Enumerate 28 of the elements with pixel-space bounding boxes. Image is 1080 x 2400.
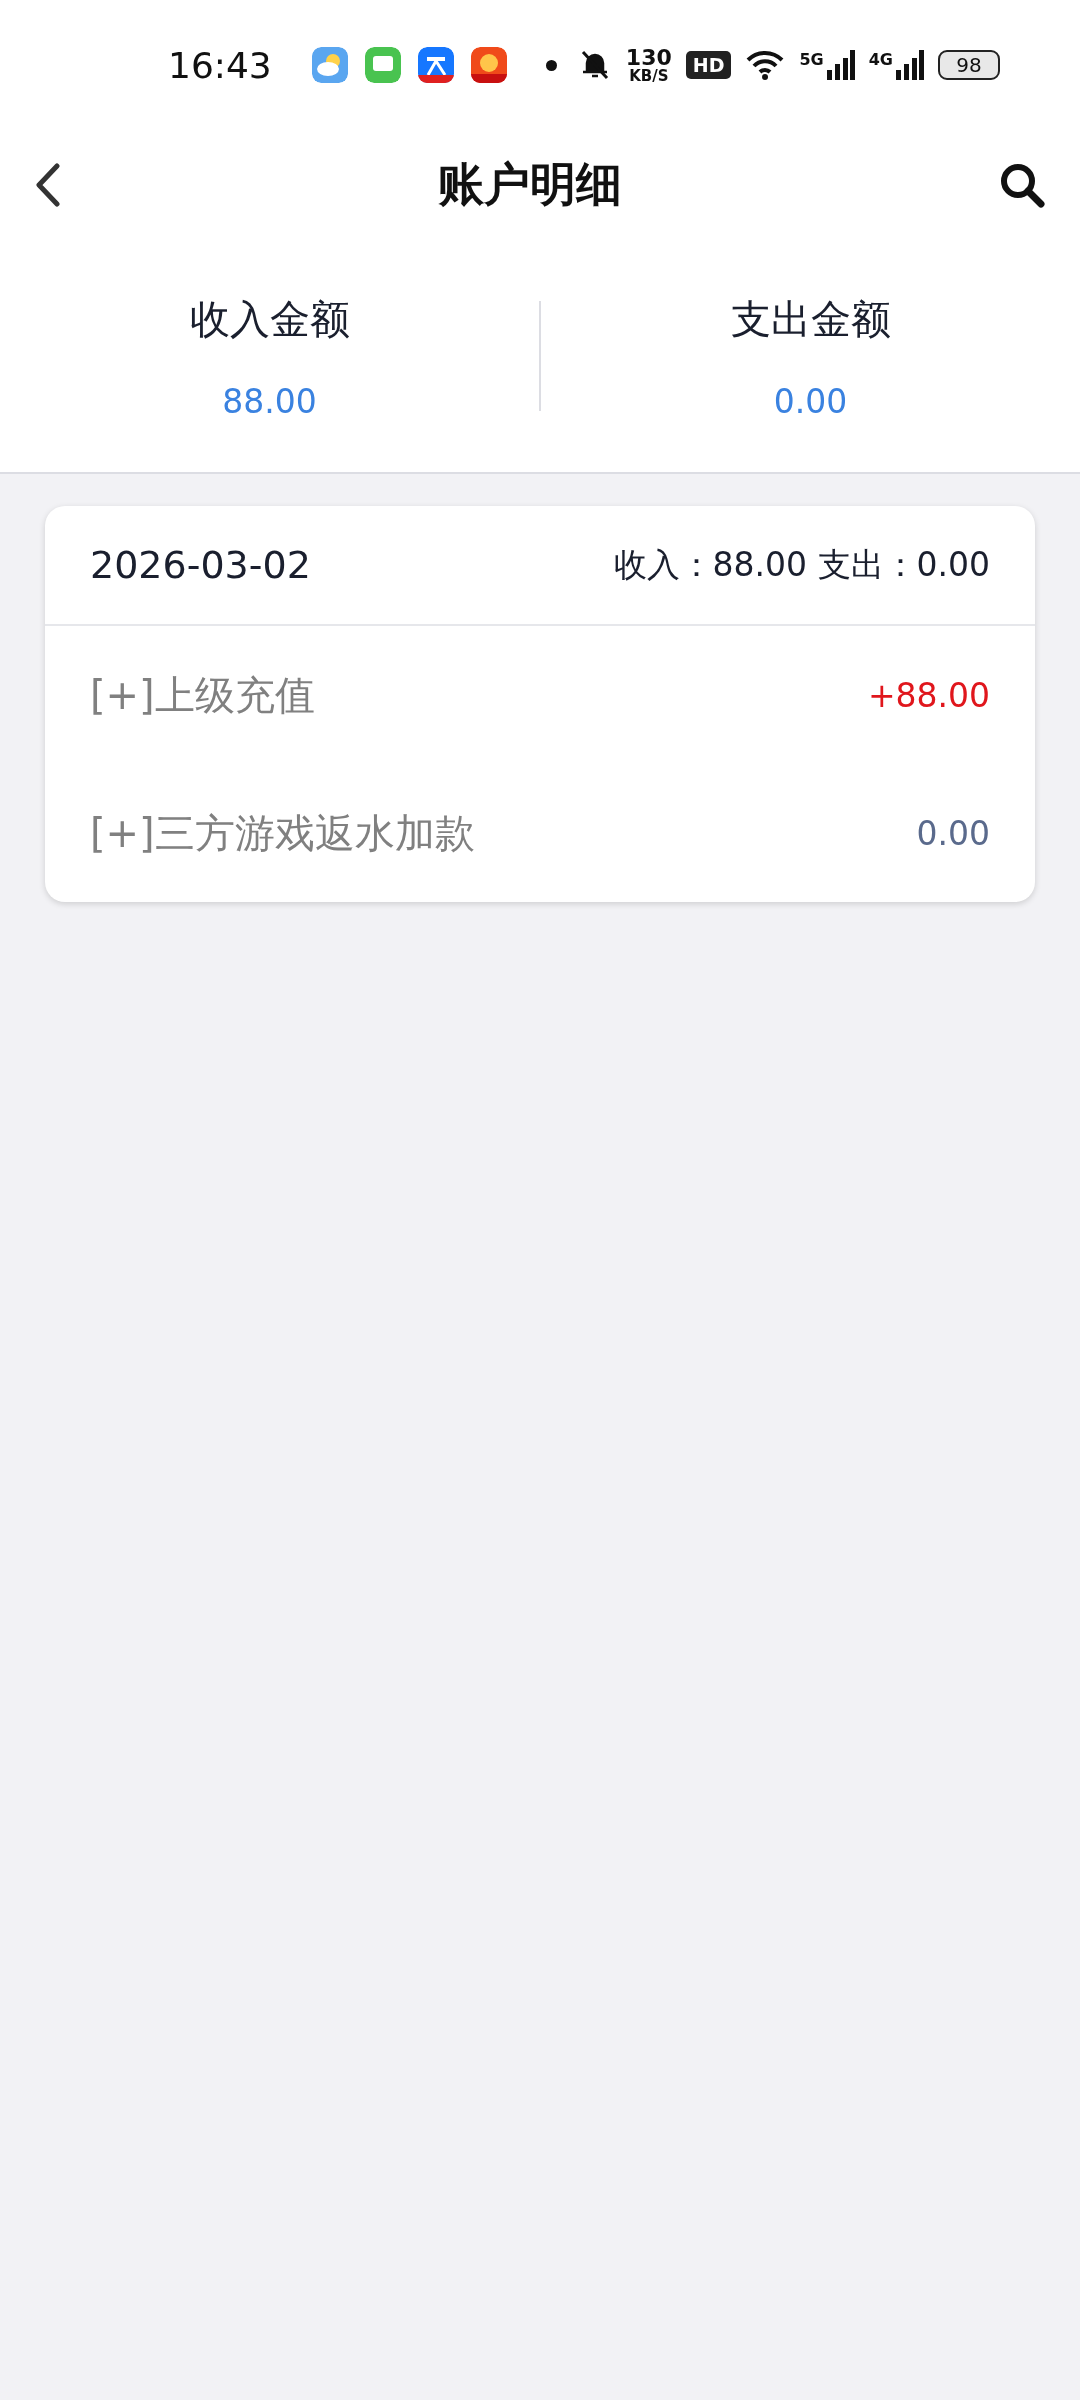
speed-unit: KB/S	[629, 68, 669, 84]
app-icon	[417, 47, 454, 83]
back-icon[interactable]	[35, 163, 61, 207]
app-icon	[311, 47, 348, 83]
network-type: 5G	[799, 50, 824, 69]
entry-label: [+]上级充值	[90, 670, 315, 720]
summary-label: 支出金额	[730, 294, 891, 344]
app-icon	[364, 47, 401, 83]
entry-amount: 0.00	[916, 813, 990, 853]
summary-amount: 88.00	[222, 381, 317, 421]
entry-amount: +88.00	[867, 675, 990, 715]
date-label: 2026-03-02	[90, 543, 311, 587]
network-type: 4G	[868, 50, 893, 69]
notification-dot	[545, 59, 557, 71]
summary-amount: 0.00	[773, 381, 848, 421]
app-icon	[470, 47, 507, 83]
search-icon[interactable]	[999, 162, 1045, 208]
page-title: 账户明细	[438, 156, 622, 213]
signal-icon	[896, 50, 924, 80]
entry-label: [+]三方游戏返水加款	[90, 808, 475, 858]
signal-icon	[826, 50, 855, 80]
wifi-icon	[745, 49, 786, 81]
battery-indicator: 98	[938, 50, 1000, 80]
hd-voice-badge: HD	[685, 51, 732, 79]
day-totals: 收入：88.00 支出：0.00	[613, 543, 990, 586]
network-speed: 130	[625, 46, 672, 69]
summary-label: 收入金额	[189, 294, 350, 344]
clock: 16:43	[168, 44, 272, 86]
